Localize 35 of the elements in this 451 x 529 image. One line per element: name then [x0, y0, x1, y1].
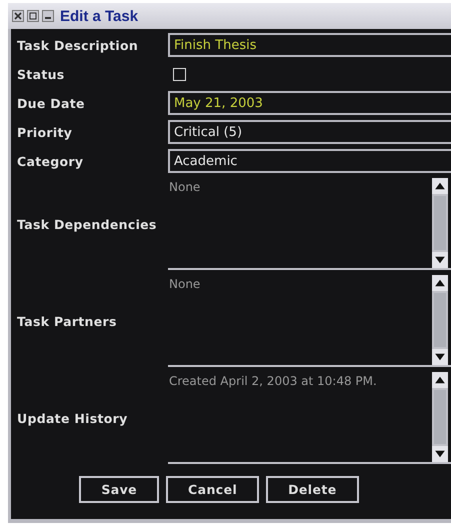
dialog-button[interactable]: Delete	[266, 476, 359, 503]
field-label: Update History	[17, 410, 128, 426]
dialog-button[interactable]: Cancel	[166, 476, 260, 503]
scroll-up-icon[interactable]	[432, 275, 448, 291]
scroll-bar[interactable]	[432, 178, 448, 268]
text-area-content: None	[168, 276, 202, 291]
field-label: Priority	[17, 124, 72, 140]
status-checkbox[interactable]	[173, 68, 186, 80]
window-title: Edit a Task	[60, 8, 138, 24]
dropdown-field[interactable]: Critical (5)	[168, 120, 451, 144]
field-label: Task Partners	[17, 314, 117, 328]
field-label: Task Dependencies	[17, 216, 157, 232]
field-label: Due Date	[17, 96, 85, 110]
scroll-up-icon[interactable]	[432, 372, 448, 388]
text-field[interactable]: May 21, 2003	[168, 91, 451, 115]
text-area[interactable]: None	[168, 178, 451, 270]
field-label: Status	[17, 66, 65, 82]
field-label: Task Description	[17, 38, 138, 52]
text-field[interactable]: Finish Thesis	[168, 33, 451, 57]
dropdown-field[interactable]: Academic	[168, 149, 451, 173]
scroll-down-icon[interactable]	[432, 349, 448, 365]
text-area[interactable]: Created April 2, 2003 at 10:48 PM.	[168, 372, 451, 464]
scroll-up-icon[interactable]	[432, 178, 448, 194]
scroll-down-icon[interactable]	[432, 446, 448, 462]
text-area-content: None	[168, 179, 202, 194]
text-area-content: Created April 2, 2003 at 10:48 PM.	[168, 373, 378, 388]
minimize-icon[interactable]	[42, 10, 54, 22]
dialog-button[interactable]: Save	[79, 476, 160, 503]
field-label: Category	[17, 154, 84, 168]
scroll-bar[interactable]	[432, 372, 448, 462]
close-icon[interactable]	[12, 10, 24, 22]
scroll-bar[interactable]	[432, 275, 448, 365]
scroll-down-icon[interactable]	[432, 252, 448, 268]
maximize-icon[interactable]	[27, 10, 39, 22]
text-area[interactable]: None	[168, 275, 451, 367]
